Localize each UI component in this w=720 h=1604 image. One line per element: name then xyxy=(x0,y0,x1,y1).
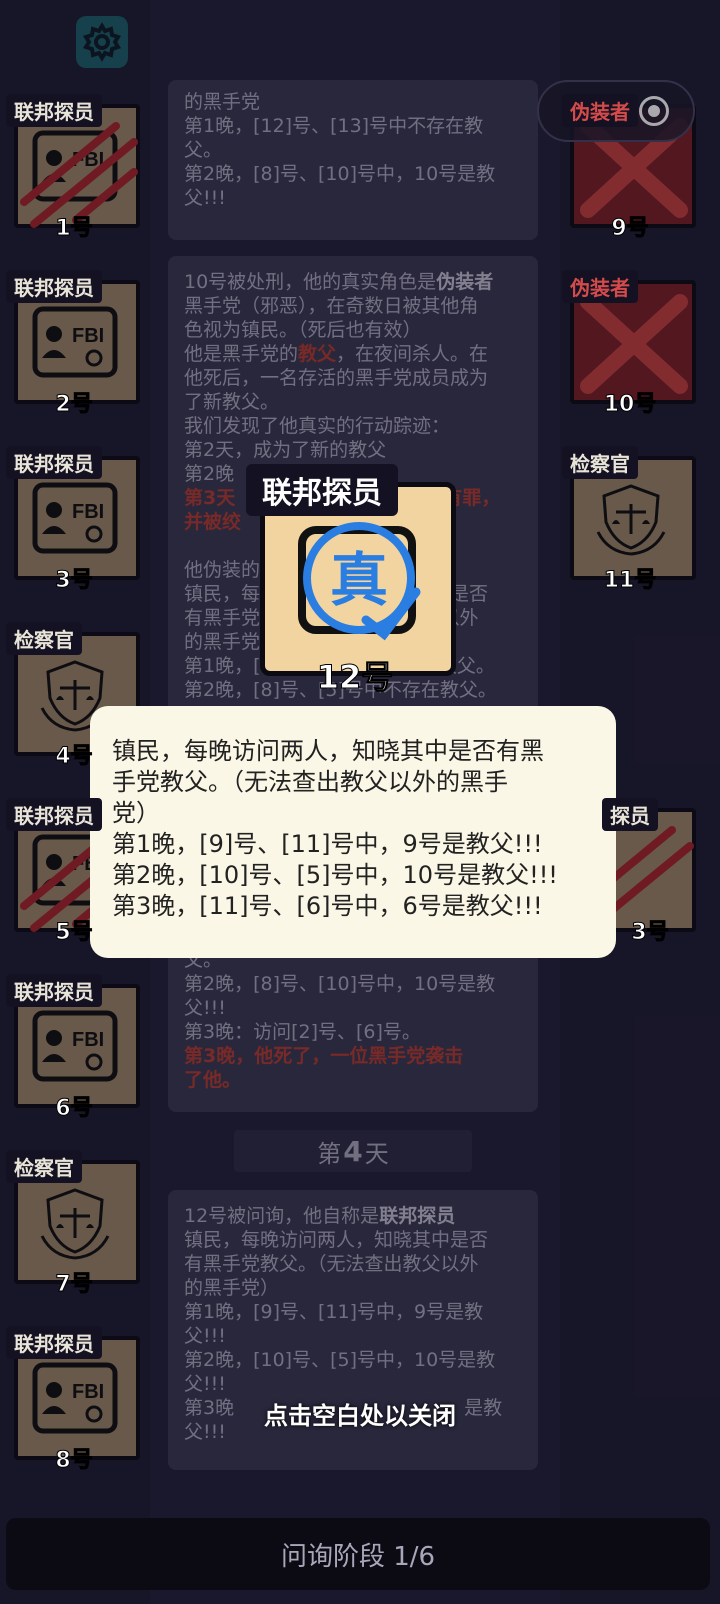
selected-player-role: 联邦探员 xyxy=(246,464,398,516)
selected-player-card: 联邦探员 真 12号 xyxy=(246,464,458,697)
player-number: 4号 xyxy=(55,744,93,770)
player-number: 8号 xyxy=(55,1448,93,1474)
player-role: 伪装者 xyxy=(562,270,638,303)
player-number: 10号 xyxy=(603,392,657,418)
tooltip-line: 党） xyxy=(112,799,160,827)
player-role: 检察官 xyxy=(6,1150,82,1183)
player-number: 7号 xyxy=(55,1272,93,1298)
player-role: 联邦探员 xyxy=(6,798,102,831)
tooltip-line: 镇民，每晚访问两人，知晓其中是否有黑 xyxy=(112,737,544,765)
player-role: 联邦探员 xyxy=(6,446,102,479)
player-role: 联邦探员 xyxy=(6,974,102,1007)
player-number: 3号 xyxy=(631,920,669,946)
player-number: 9号 xyxy=(611,216,649,242)
truth-stamp-icon: 真 xyxy=(298,522,421,641)
player-role: 联邦探员 xyxy=(6,1326,102,1359)
tooltip-line: 第3晚，[11]号、[6]号中，6号是教父!!! xyxy=(112,892,543,920)
player-number: 5号 xyxy=(55,920,93,946)
stamp-text: 真 xyxy=(330,546,388,614)
player-role: 联邦探员 xyxy=(6,270,102,303)
player-role: 检察官 xyxy=(562,446,638,479)
player-number: 1号 xyxy=(55,216,93,242)
tooltip-line: 第2晚，[10]号、[5]号中，10号是教父!!! xyxy=(112,861,558,889)
player-number: 11号 xyxy=(603,568,657,594)
player-role: 探员 xyxy=(602,798,658,831)
player-number: 3号 xyxy=(55,568,93,594)
player-role: 检察官 xyxy=(6,622,82,655)
ability-tooltip: 镇民，每晚访问两人，知晓其中是否有黑 手党教父。（无法查出教父以外的黑手 党） … xyxy=(90,706,616,958)
phase-label: 问询阶段 1/6 xyxy=(280,1541,436,1572)
tooltip-line: 第1晚，[9]号、[11]号中，9号是教父!!! xyxy=(112,830,543,858)
tooltip-line: 手党教父。（无法查出教父以外的黑手 xyxy=(112,768,508,796)
phase-bar: 问询阶段 1/6 xyxy=(6,1518,710,1590)
player-number: 6号 xyxy=(55,1096,93,1122)
player-number: 2号 xyxy=(55,392,93,418)
player-role: 伪装者 xyxy=(562,94,638,127)
tap-to-close-hint: 点击空白处以关闭 xyxy=(264,1402,456,1430)
selected-player-number: 12号 xyxy=(316,658,394,697)
player-role: 联邦探员 xyxy=(6,94,102,127)
